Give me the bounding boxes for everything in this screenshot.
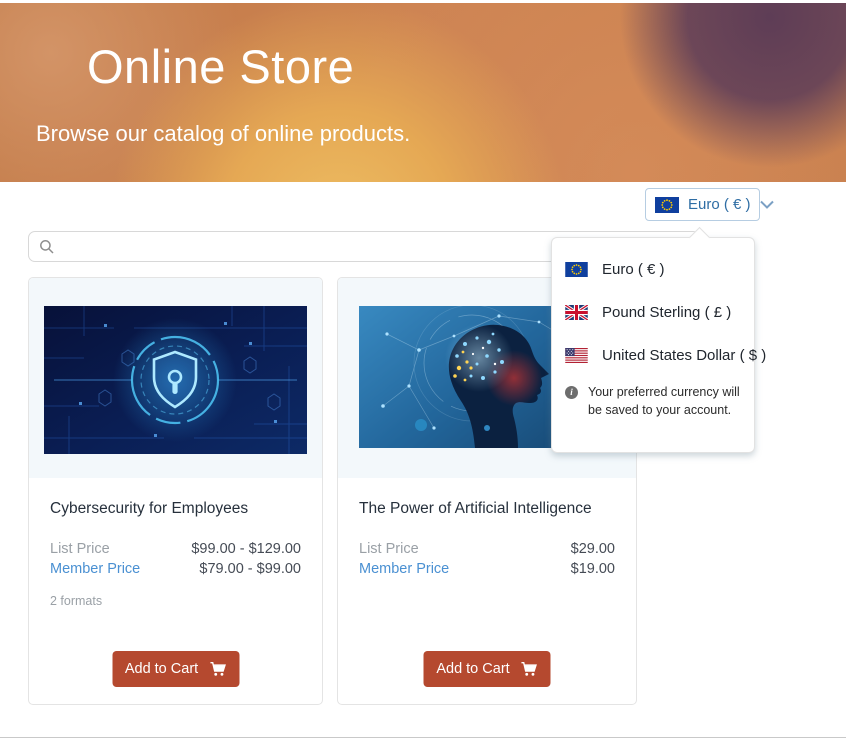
member-price-row: Member Price $19.00 [359, 559, 615, 579]
currency-option-label: United States Dollar ( $ ) [602, 347, 766, 364]
member-price-label[interactable]: Member Price [359, 559, 449, 579]
add-to-cart-label: Add to Cart [436, 661, 509, 677]
product-card-cybersecurity: Cybersecurity for Employees List Price $… [28, 277, 323, 705]
list-price-label: List Price [50, 539, 110, 559]
info-icon: i [565, 386, 578, 399]
currency-note: i Your preferred currency will be saved … [552, 377, 754, 419]
add-to-cart-button[interactable]: Add to Cart [112, 651, 239, 687]
currency-option-label: Pound Sterling ( £ ) [602, 304, 731, 321]
formats-count: 2 formats [50, 594, 301, 608]
eu-flag-icon [565, 262, 588, 277]
price-table: List Price $29.00 Member Price $19.00 [359, 539, 615, 579]
product-image-cybersecurity[interactable] [29, 278, 322, 478]
currency-selector-button[interactable]: Euro ( € ) [645, 188, 760, 221]
add-to-cart-label: Add to Cart [125, 661, 198, 677]
us-flag-icon [565, 348, 588, 363]
price-table: List Price $99.00 - $129.00 Member Price… [50, 539, 301, 579]
currency-option-euro[interactable]: Euro ( € ) [552, 248, 754, 291]
add-to-cart-button[interactable]: Add to Cart [424, 651, 551, 687]
currency-dropdown-panel: Euro ( € ) Pound Sterling ( £ ) United S… [551, 237, 755, 453]
currency-option-pound[interactable]: Pound Sterling ( £ ) [552, 291, 754, 334]
currency-note-text: Your preferred currency will be saved to… [588, 383, 740, 419]
formats-count [359, 594, 615, 608]
cart-icon [209, 661, 226, 677]
list-price-row: List Price $99.00 - $129.00 [50, 539, 301, 559]
member-price-label[interactable]: Member Price [50, 559, 140, 579]
search-icon [39, 239, 55, 260]
member-price-row: Member Price $79.00 - $99.00 [50, 559, 301, 579]
currency-option-usd[interactable]: United States Dollar ( $ ) [552, 334, 754, 377]
product-title[interactable]: The Power of Artificial Intelligence [359, 500, 615, 518]
list-price-value: $29.00 [571, 539, 615, 559]
cart-icon [521, 661, 538, 677]
member-price-value: $19.00 [571, 559, 615, 579]
eu-flag-icon [655, 197, 679, 213]
list-price-row: List Price $29.00 [359, 539, 615, 559]
member-price-value: $79.00 - $99.00 [199, 559, 301, 579]
page-title: Online Store [87, 39, 354, 94]
currency-selected-label: Euro ( € ) [688, 196, 751, 213]
currency-option-label: Euro ( € ) [602, 261, 665, 278]
uk-flag-icon [565, 305, 588, 320]
page-subtitle: Browse our catalog of online products. [36, 121, 410, 147]
hero-banner: Online Store Browse our catalog of onlin… [0, 3, 846, 182]
chevron-down-icon [760, 200, 774, 209]
list-price-value: $99.00 - $129.00 [191, 539, 301, 559]
product-title[interactable]: Cybersecurity for Employees [50, 500, 301, 518]
footer-divider [0, 737, 846, 738]
list-price-label: List Price [359, 539, 419, 559]
